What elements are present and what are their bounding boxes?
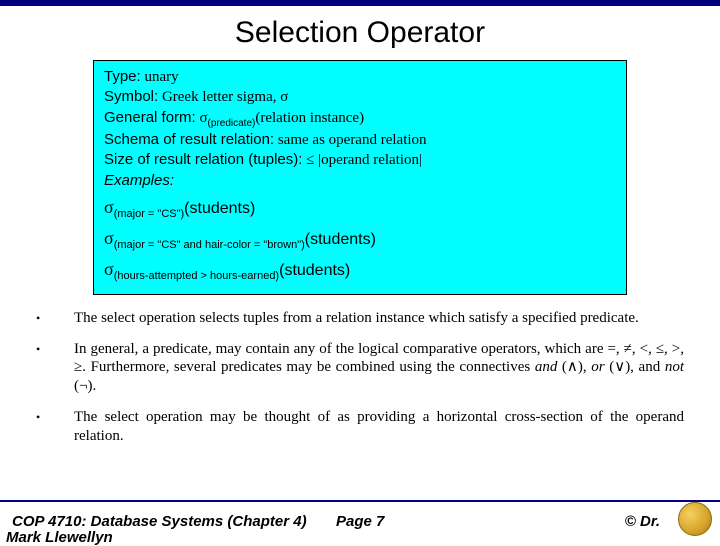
- ex2-sub: (major = "CS" and hair-color = "brown"): [114, 239, 305, 251]
- ex2-rel: (students): [305, 231, 376, 248]
- info-size: Size of result relation (tuples): ≤ |ope…: [104, 150, 616, 170]
- list-item: • The select operation selects tuples fr…: [36, 309, 684, 328]
- info-schema: Schema of result relation: same as opera…: [104, 130, 616, 150]
- sigma-icon: σ: [104, 228, 114, 248]
- type-value: unary: [144, 69, 178, 85]
- info-examples-label: Examples:: [104, 171, 616, 191]
- sigma-icon: σ: [104, 197, 114, 217]
- operator-info-box: Type: unary Symbol: Greek letter sigma, …: [93, 60, 627, 295]
- schema-label: Schema of result relation:: [104, 131, 274, 148]
- bullet-text-2: In general, a predicate, may contain any…: [74, 340, 684, 396]
- bullet-icon: •: [36, 340, 74, 396]
- bullet-icon: •: [36, 309, 74, 328]
- list-item: • The select operation may be thought of…: [36, 408, 684, 446]
- sigma-icon: σ: [104, 259, 114, 279]
- size-label: Size of result relation (tuples):: [104, 151, 302, 168]
- university-logo-icon: [678, 502, 712, 536]
- footer-author-cut: Mark Llewellyn: [6, 529, 113, 546]
- b2-and-sym: (∧),: [557, 359, 591, 375]
- b2-or-sym: (∨), and: [605, 359, 665, 375]
- bullet-icon: •: [36, 408, 74, 446]
- example-3: σ(hours-attempted > hours-earned)(studen…: [104, 257, 616, 284]
- example-2: σ(major = "CS" and hair-color = "brown")…: [104, 226, 616, 253]
- b2-not: not: [665, 359, 684, 375]
- list-item: • In general, a predicate, may contain a…: [36, 340, 684, 396]
- bullet-text-3: The select operation may be thought of a…: [74, 408, 684, 446]
- bullet-text-1: The select operation selects tuples from…: [74, 309, 684, 328]
- page-title: Selection Operator: [0, 16, 720, 50]
- bullet-list: • The select operation selects tuples fr…: [36, 309, 684, 446]
- ex1-rel: (students): [184, 200, 255, 217]
- b2-and: and: [535, 359, 558, 375]
- footer-page: Page 7: [336, 513, 521, 530]
- info-symbol: Symbol: Greek letter sigma, σ: [104, 87, 616, 107]
- general-rest: (relation instance): [255, 110, 364, 126]
- sigma-symbol: σ: [199, 110, 207, 126]
- ex1-sub: (major = "CS"): [114, 208, 184, 220]
- schema-value: same as operand relation: [278, 132, 427, 148]
- general-sub: (predicate): [208, 118, 256, 129]
- ex3-rel: (students): [279, 262, 350, 279]
- examples-label: Examples:: [104, 172, 174, 189]
- general-label: General form:: [104, 109, 196, 126]
- symbol-value: Greek letter sigma, σ: [162, 89, 288, 105]
- example-1: σ(major = "CS")(students): [104, 195, 616, 222]
- b2-or: or: [591, 359, 604, 375]
- info-general-form: General form: σ(predicate)(relation inst…: [104, 108, 616, 131]
- size-value: ≤ |operand relation|: [306, 152, 422, 168]
- ex3-sub: (hours-attempted > hours-earned): [114, 270, 279, 282]
- info-type: Type: unary: [104, 67, 616, 87]
- type-label: Type:: [104, 68, 141, 85]
- symbol-label: Symbol:: [104, 88, 158, 105]
- footer-course: COP 4710: Database Systems (Chapter 4): [12, 513, 336, 530]
- top-accent-bar: [0, 0, 720, 6]
- b2-not-sym: (¬).: [74, 378, 96, 394]
